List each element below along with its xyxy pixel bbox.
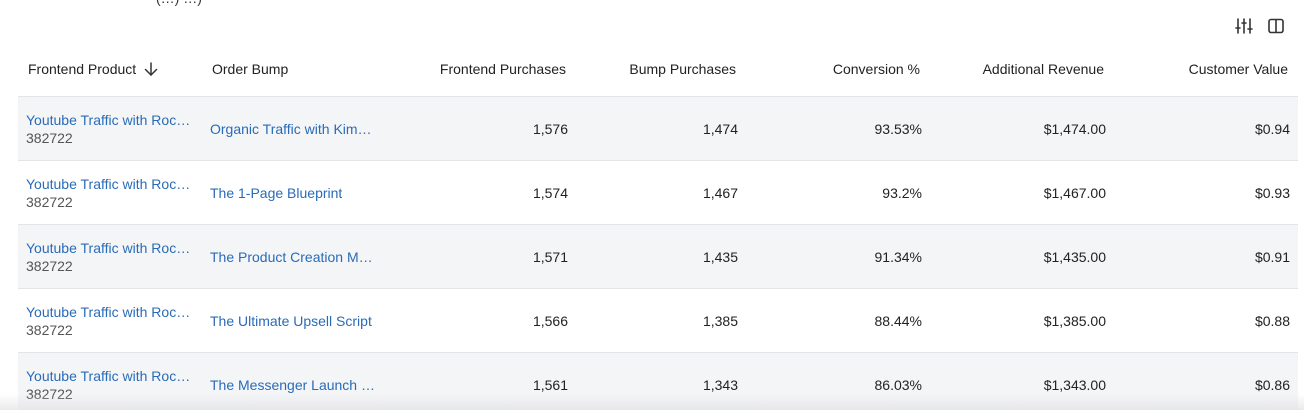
bump-purchases-cell: 1,474: [702, 120, 738, 137]
order-bump-link[interactable]: The Product Creation M…: [210, 249, 373, 265]
bump-purchases-cell: 1,385: [702, 312, 738, 329]
conversion-cell: 93.53%: [874, 120, 922, 137]
order-bump-report: (…) …) Frontend Pro: [0, 0, 1304, 410]
header-additional-revenue[interactable]: Additional Revenue: [938, 42, 1104, 96]
order-bump-cell: The Product Creation M…: [210, 225, 378, 288]
product-id: 382722: [26, 321, 73, 338]
table-header: Frontend Product Order Bump Frontend Pur…: [18, 42, 1298, 97]
frontend-product-cell: Youtube Traffic with Roc… 382722: [26, 161, 194, 224]
additional-revenue-cell: $1,474.00: [1043, 120, 1106, 137]
customer-value-cell: $0.93: [1254, 184, 1290, 201]
bump-purchases-cell: 1,435: [702, 248, 738, 265]
data-table: Frontend Product Order Bump Frontend Pur…: [18, 42, 1298, 410]
header-frontend-product-label: Frontend Product: [28, 61, 137, 77]
frontend-product-cell: Youtube Traffic with Roc… 382722: [26, 225, 194, 288]
order-bump-cell: Organic Traffic with Kim…: [210, 97, 378, 160]
bump-purchases-cell: 1,467: [702, 184, 738, 201]
product-id: 382722: [26, 257, 73, 274]
frontend-product-link[interactable]: Youtube Traffic with Roc…: [26, 176, 190, 192]
additional-revenue-cell: $1,467.00: [1043, 184, 1106, 201]
table-row: Youtube Traffic with Roc… 382722 The 1-P…: [18, 161, 1298, 225]
frontend-product-cell: Youtube Traffic with Roc… 382722: [26, 353, 194, 410]
frontend-product-link[interactable]: Youtube Traffic with Roc…: [26, 304, 190, 320]
order-bump-cell: The 1-Page Blueprint: [210, 161, 378, 224]
customer-value-cell: $0.91: [1254, 248, 1290, 265]
additional-revenue-cell: $1,343.00: [1043, 376, 1106, 393]
frontend-purchases-cell: 1,561: [532, 376, 568, 393]
filter-button[interactable]: [1234, 16, 1254, 36]
header-frontend-product[interactable]: Frontend Product: [28, 42, 196, 96]
sliders-icon: [1235, 18, 1253, 34]
table-toolbar: [1234, 16, 1286, 36]
columns-icon: [1268, 18, 1284, 34]
frontend-purchases-cell: 1,576: [532, 120, 568, 137]
order-bump-cell: The Messenger Launch …: [210, 353, 378, 410]
order-bump-link[interactable]: The 1-Page Blueprint: [210, 185, 342, 201]
frontend-purchases-cell: 1,571: [532, 248, 568, 265]
order-bump-cell: The Ultimate Upsell Script: [210, 289, 378, 352]
product-id: 382722: [26, 129, 73, 146]
header-customer-value[interactable]: Customer Value: [1108, 42, 1288, 96]
arrow-down-icon: [144, 62, 158, 76]
cropped-header-text: (…) …): [156, 0, 202, 6]
frontend-product-link[interactable]: Youtube Traffic with Roc…: [26, 240, 190, 256]
header-frontend-purchases[interactable]: Frontend Purchases: [378, 42, 566, 96]
table-row: Youtube Traffic with Roc… 382722 The Ult…: [18, 289, 1298, 353]
columns-button[interactable]: [1266, 16, 1286, 36]
table-body: Youtube Traffic with Roc… 382722 Organic…: [18, 97, 1298, 410]
header-order-bump[interactable]: Order Bump: [212, 42, 380, 96]
conversion-cell: 91.34%: [874, 248, 922, 265]
product-id: 382722: [26, 193, 73, 210]
additional-revenue-cell: $1,435.00: [1043, 248, 1106, 265]
frontend-product-cell: Youtube Traffic with Roc… 382722: [26, 289, 194, 352]
frontend-purchases-cell: 1,566: [532, 312, 568, 329]
frontend-product-cell: Youtube Traffic with Roc… 382722: [26, 97, 194, 160]
product-id: 382722: [26, 385, 73, 402]
conversion-cell: 88.44%: [874, 312, 922, 329]
frontend-purchases-cell: 1,574: [532, 184, 568, 201]
frontend-product-link[interactable]: Youtube Traffic with Roc…: [26, 112, 190, 128]
frontend-product-link[interactable]: Youtube Traffic with Roc…: [26, 368, 190, 384]
header-bump-purchases[interactable]: Bump Purchases: [578, 42, 736, 96]
order-bump-link[interactable]: Organic Traffic with Kim…: [210, 121, 372, 137]
conversion-cell: 93.2%: [882, 184, 922, 201]
table-row: Youtube Traffic with Roc… 382722 The Mes…: [18, 353, 1298, 410]
customer-value-cell: $0.86: [1254, 376, 1290, 393]
order-bump-link[interactable]: The Ultimate Upsell Script: [210, 313, 372, 329]
conversion-cell: 86.03%: [874, 376, 922, 393]
additional-revenue-cell: $1,385.00: [1043, 312, 1106, 329]
table-row: Youtube Traffic with Roc… 382722 The Pro…: [18, 225, 1298, 289]
table-row: Youtube Traffic with Roc… 382722 Organic…: [18, 97, 1298, 161]
bump-purchases-cell: 1,343: [702, 376, 738, 393]
customer-value-cell: $0.88: [1254, 312, 1290, 329]
header-conversion[interactable]: Conversion %: [758, 42, 920, 96]
order-bump-link[interactable]: The Messenger Launch …: [210, 377, 375, 393]
customer-value-cell: $0.94: [1254, 120, 1290, 137]
